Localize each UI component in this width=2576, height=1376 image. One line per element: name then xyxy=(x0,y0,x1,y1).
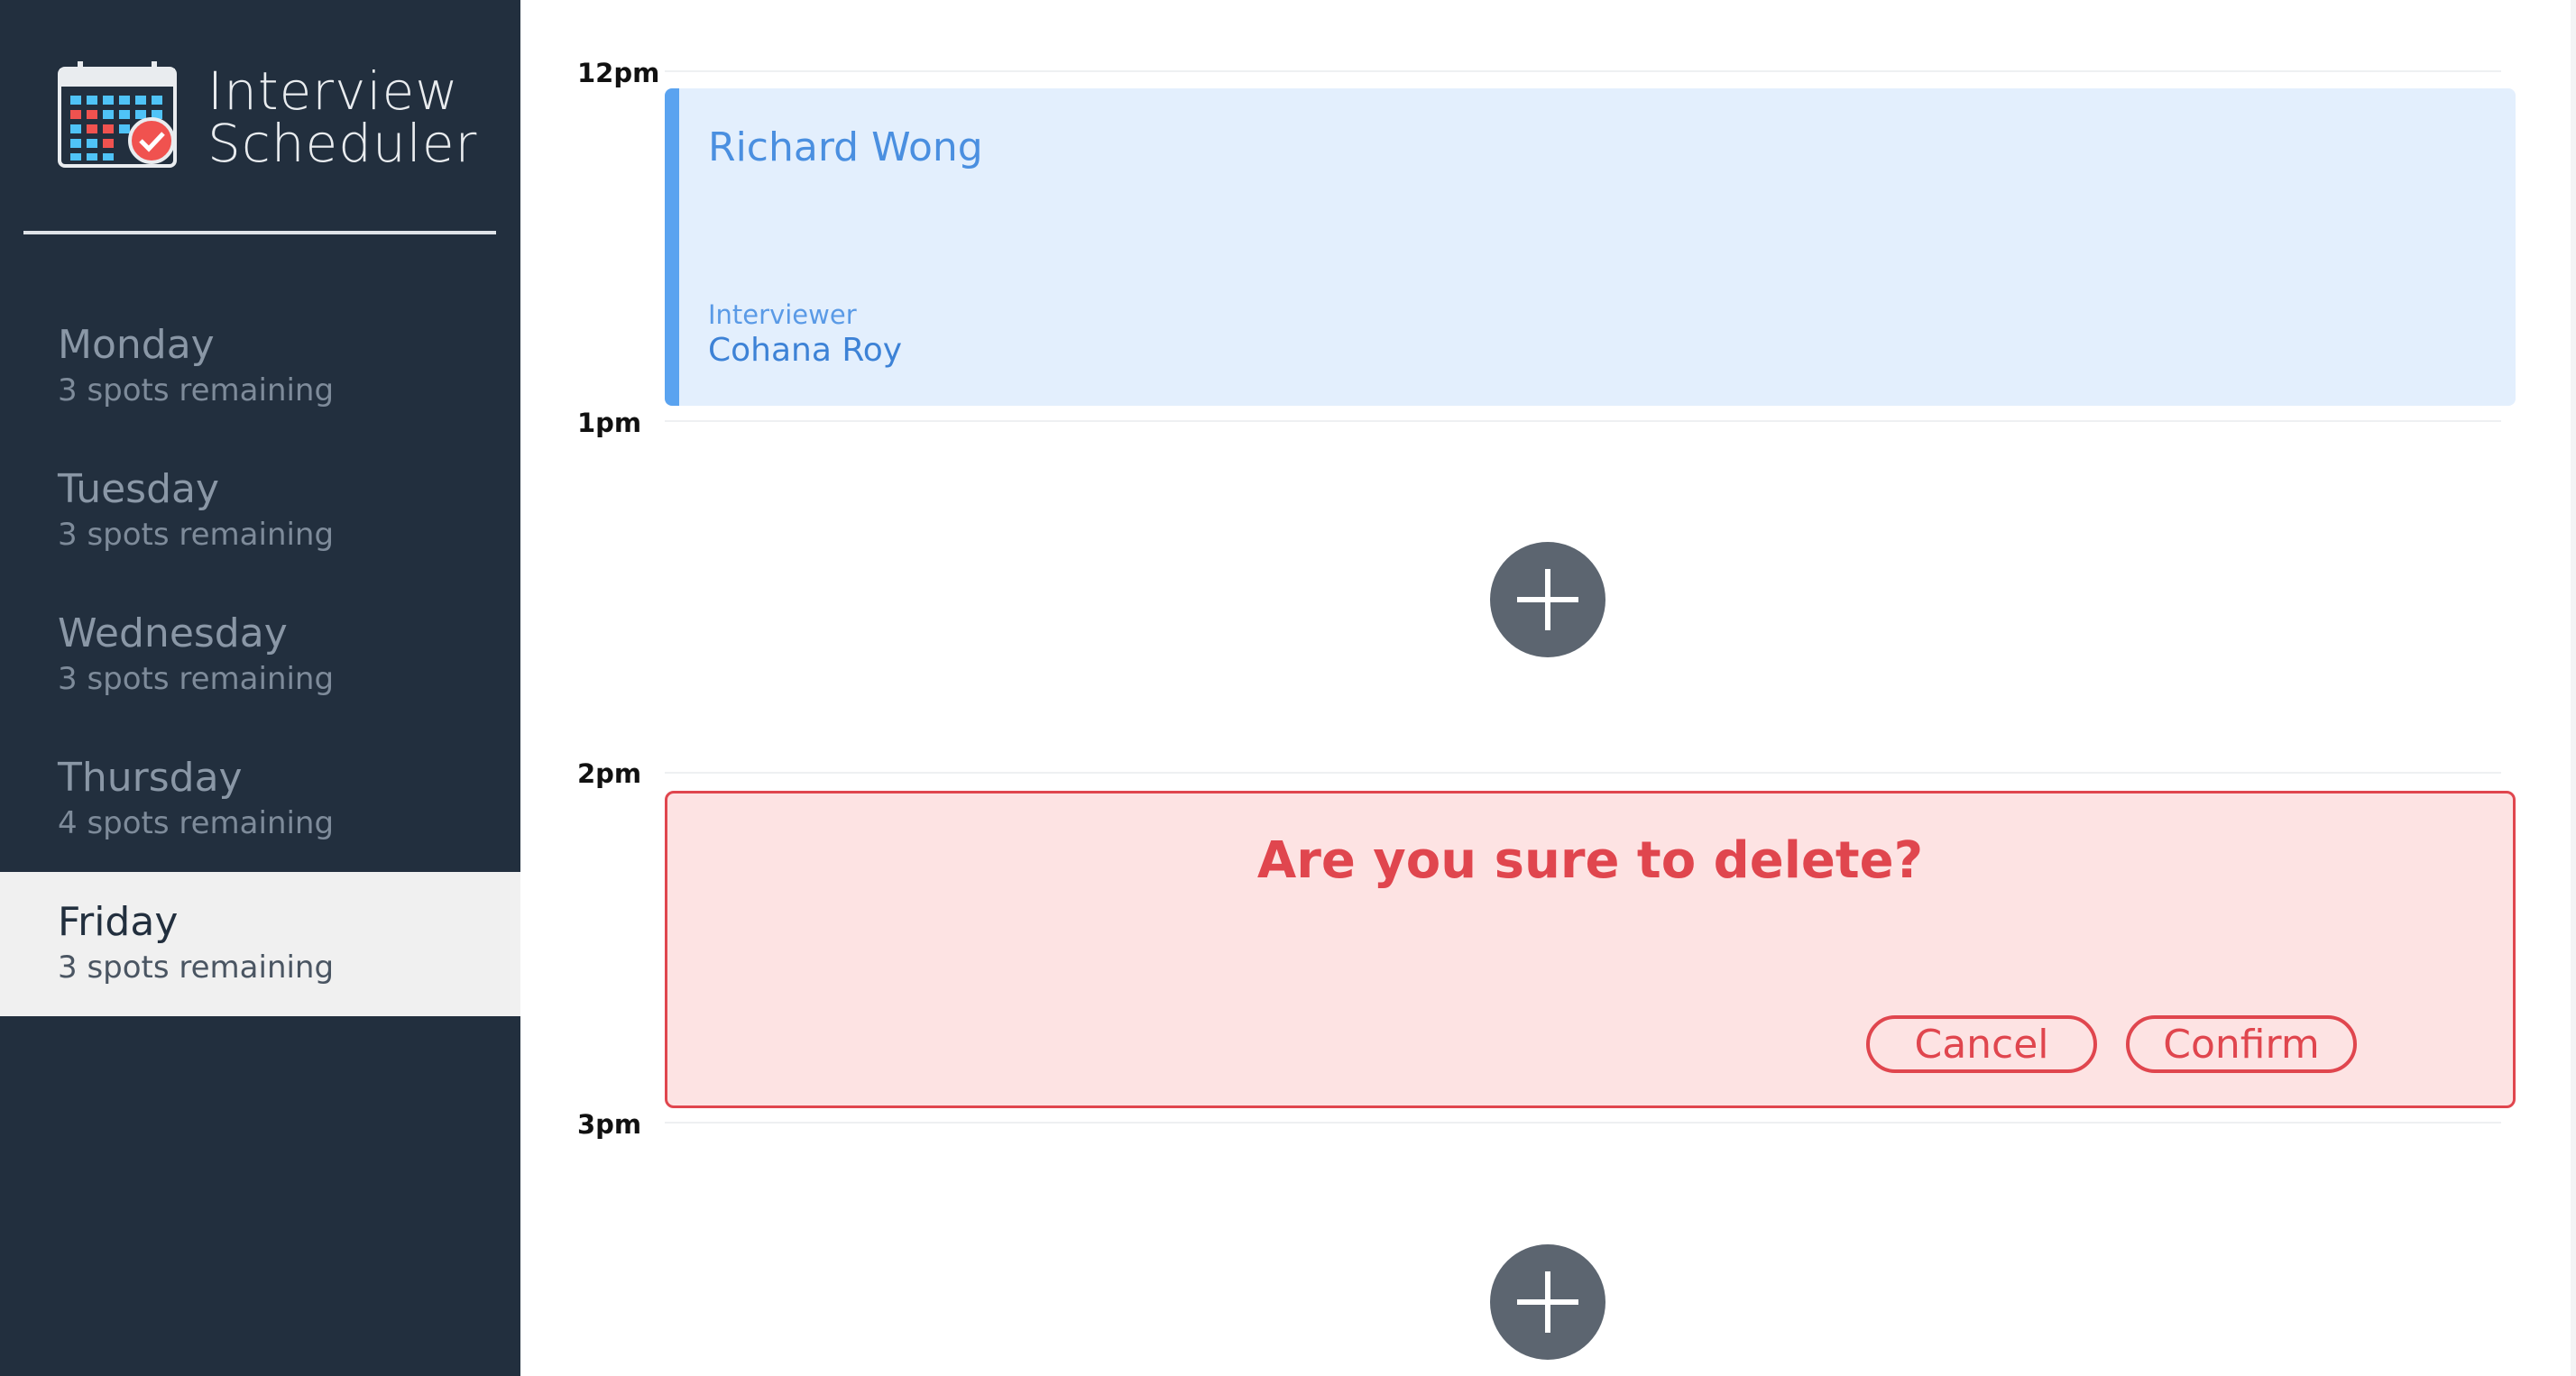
day-item-tuesday[interactable]: Tuesday 3 spots remaining xyxy=(0,439,520,583)
hour-label-1pm: 1pm xyxy=(577,408,642,438)
day-name: Monday xyxy=(58,322,215,368)
hour-divider xyxy=(665,70,2501,72)
day-name: Tuesday xyxy=(58,466,220,512)
day-name: Thursday xyxy=(58,755,243,801)
schedule: 12pm Richard Wong Interviewer Cohana Roy… xyxy=(520,0,2576,1376)
hour-label-3pm: 3pm xyxy=(577,1109,642,1140)
add-appointment-button[interactable] xyxy=(1490,1244,1605,1360)
sidebar-divider xyxy=(23,231,496,234)
hour-divider xyxy=(665,420,2501,422)
app-title-line1: Interview xyxy=(207,60,459,122)
app-title-line2: Scheduler xyxy=(207,113,478,174)
add-appointment-button[interactable] xyxy=(1490,542,1605,657)
hour-label-2pm: 2pm xyxy=(577,758,642,789)
day-item-wednesday[interactable]: Wednesday 3 spots remaining xyxy=(0,583,520,728)
day-item-monday[interactable]: Monday 3 spots remaining xyxy=(0,295,520,439)
hour-divider xyxy=(665,772,2501,774)
confirm-message: Are you sure to delete? xyxy=(1256,831,1924,890)
appointment-card[interactable]: Richard Wong Interviewer Cohana Roy xyxy=(665,88,2516,406)
interviewer-label: Interviewer xyxy=(708,299,857,330)
interviewer-name: Cohana Roy xyxy=(708,332,903,369)
day-spots: 3 spots remaining xyxy=(58,372,335,408)
cancel-button[interactable]: Cancel xyxy=(1866,1015,2097,1073)
app-title: Interview Scheduler xyxy=(207,65,477,170)
scrollbar-track[interactable] xyxy=(2571,0,2576,1376)
day-item-friday[interactable]: Friday 3 spots remaining xyxy=(0,872,520,1016)
day-list: Monday 3 spots remaining Tuesday 3 spots… xyxy=(0,295,520,1016)
student-name: Richard Wong xyxy=(708,124,983,170)
day-spots: 3 spots remaining xyxy=(58,517,335,553)
sidebar: Interview Scheduler Monday 3 spots remai… xyxy=(0,0,520,1376)
day-name: Friday xyxy=(58,899,179,945)
day-spots: 3 spots remaining xyxy=(58,661,335,697)
hour-label-12pm: 12pm xyxy=(577,58,660,88)
day-name: Wednesday xyxy=(58,610,288,656)
delete-confirmation: Are you sure to delete? Cancel Confirm xyxy=(665,791,2516,1108)
confirm-button[interactable]: Confirm xyxy=(2126,1015,2357,1073)
calendar-check-icon xyxy=(58,61,177,168)
hour-divider xyxy=(665,1122,2501,1124)
day-spots: 4 spots remaining xyxy=(58,805,335,841)
day-spots: 3 spots remaining xyxy=(58,949,335,986)
day-item-thursday[interactable]: Thursday 4 spots remaining xyxy=(0,728,520,872)
brand: Interview Scheduler xyxy=(58,60,491,177)
